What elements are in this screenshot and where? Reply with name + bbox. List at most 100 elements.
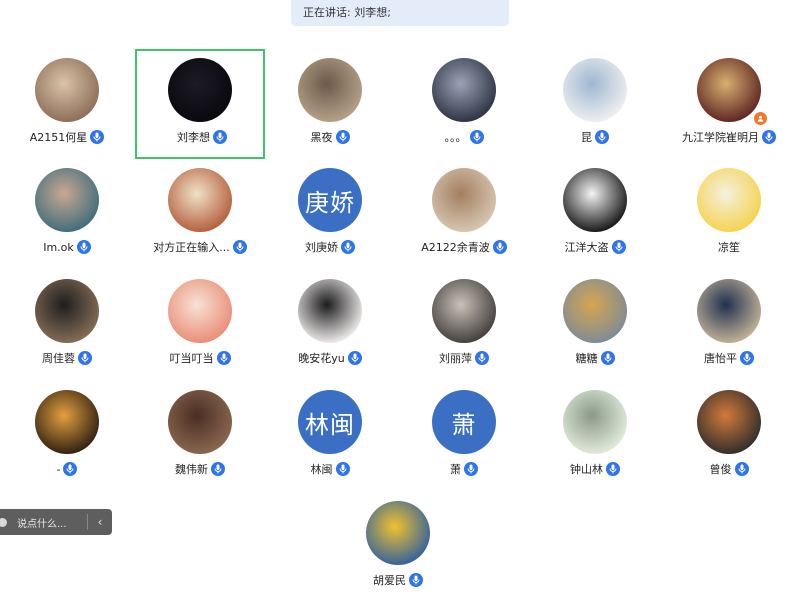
- participant-name: A2122余青波: [421, 241, 490, 254]
- avatar: [563, 168, 627, 232]
- participant-tile[interactable]: -: [2, 381, 132, 491]
- participant-tile[interactable]: 胡爱民: [333, 492, 463, 597]
- participant-tile[interactable]: 钟山林: [530, 381, 660, 491]
- participant-name: 曾俊: [709, 463, 732, 476]
- microphone-icon: [469, 130, 484, 144]
- microphone-icon: [464, 462, 478, 476]
- participant-name: 刘丽萍: [439, 352, 472, 365]
- participant-tile[interactable]: 糖糖: [530, 270, 660, 380]
- participant-name: 对方正在输入...: [153, 241, 230, 254]
- microphone-icon: [740, 351, 754, 365]
- microphone-icon: [213, 130, 227, 144]
- participant-name: 黑夜: [310, 131, 333, 144]
- participant-name: 晚安花yu: [298, 352, 345, 365]
- meeting-stage: 正在讲话: 刘李想; A2151何星 刘李想 黑夜。。。昆九江学院崔明月 Im.ok 对…: [0, 0, 800, 597]
- participant-tile[interactable]: 林闽 林闽: [265, 381, 395, 491]
- microphone-icon: [78, 351, 92, 365]
- participant-tile[interactable]: Im.ok: [2, 159, 132, 269]
- avatar: [35, 168, 99, 232]
- avatar: [168, 58, 232, 122]
- participant-name-line: Im.ok: [2, 239, 132, 255]
- participant-name-line: 曾俊: [664, 461, 794, 477]
- avatar: [168, 390, 232, 454]
- participant-tile[interactable]: 曾俊: [664, 381, 794, 491]
- avatar: [697, 390, 761, 454]
- participant-name: 魏伟新: [175, 463, 208, 476]
- avatar: [697, 279, 761, 343]
- microphone-icon: [335, 130, 350, 144]
- chat-status-dot: [0, 517, 7, 527]
- participant-tile[interactable]: 萧萧: [399, 381, 529, 491]
- participant-tile[interactable]: 周佳蓉: [2, 270, 132, 380]
- avatar: [35, 58, 99, 122]
- participant-name-line: 黑夜: [265, 129, 395, 145]
- participant-name-line: 钟山林: [530, 461, 660, 477]
- participant-name-line: 刘丽萍: [399, 350, 529, 366]
- participant-tile[interactable]: 昆: [530, 49, 660, 159]
- microphone-icon: [341, 240, 355, 254]
- avatar-initials: 萧: [451, 410, 477, 439]
- avatar: [298, 58, 362, 122]
- participant-name: 凉笙: [718, 241, 740, 254]
- participant-name: 刘庚娇: [305, 241, 338, 254]
- participant-name-line: 。。。: [399, 129, 529, 145]
- microphone-icon: [347, 351, 362, 365]
- participant-tile[interactable]: A2151何星: [2, 49, 132, 159]
- chat-input[interactable]: 说点什么...: [17, 515, 87, 530]
- participant-name-line: 周佳蓉: [2, 350, 132, 366]
- participant-name-line: 魏伟新: [135, 461, 265, 477]
- microphone-icon: [232, 240, 247, 254]
- participant-tile[interactable]: 黑夜: [265, 49, 395, 159]
- microphone-icon: [595, 130, 609, 144]
- participant-name-line: 对方正在输入...: [135, 239, 265, 255]
- avatar: [697, 168, 761, 232]
- microphone-icon: [606, 462, 620, 476]
- microphone-icon: [76, 240, 91, 254]
- participant-name-line: A2151何星: [2, 129, 132, 145]
- participant-name-line: 萧: [399, 461, 529, 477]
- avatar: [432, 168, 496, 232]
- participant-name: 周佳蓉: [42, 352, 75, 365]
- avatar: [168, 279, 232, 343]
- participant-tile[interactable]: 叮当叮当: [135, 270, 265, 380]
- participant-tile[interactable]: 刘丽萍: [399, 270, 529, 380]
- participant-tile[interactable]: 。。。: [399, 49, 529, 159]
- participant-name-line: A2122余青波: [399, 239, 529, 255]
- participant-name: 萧: [450, 463, 461, 476]
- participant-name: Im.ok: [43, 240, 74, 254]
- participant-name: 江洋大盗: [564, 241, 609, 254]
- avatar: [563, 390, 627, 454]
- host-badge-icon: [753, 111, 768, 126]
- participant-tile[interactable]: 唐怡平: [664, 270, 794, 380]
- avatar: [35, 279, 99, 343]
- microphone-icon: [492, 240, 507, 254]
- participant-tile[interactable]: 江洋大盗: [530, 159, 660, 269]
- participant-tile[interactable]: 九江学院崔明月: [664, 49, 794, 159]
- microphone-icon: [63, 462, 78, 476]
- participant-tile[interactable]: 刘李想: [135, 49, 265, 159]
- microphone-icon: [90, 130, 105, 144]
- participant-name-line: 刘李想: [137, 129, 267, 145]
- participant-name: A2151何星: [29, 131, 88, 144]
- participant-tile[interactable]: A2122余青波: [399, 159, 529, 269]
- participant-tile[interactable]: 晚安花yu: [265, 270, 395, 380]
- participant-name-line: 晚安花yu: [265, 350, 395, 366]
- microphone-icon: [211, 462, 225, 476]
- avatar: [432, 58, 496, 122]
- microphone-icon: [762, 130, 776, 144]
- chat-bar[interactable]: 说点什么... ‹: [0, 509, 112, 535]
- avatar: [697, 58, 761, 122]
- participant-tile[interactable]: 庚娇 刘庚娇: [265, 159, 395, 269]
- participant-tile[interactable]: 魏伟新: [135, 381, 265, 491]
- participant-name-line: 叮当叮当: [135, 350, 265, 366]
- participant-name: 糖糖: [575, 352, 598, 365]
- microphone-icon: [335, 462, 350, 476]
- collapse-chevron-icon[interactable]: ‹: [88, 515, 112, 529]
- participant-tile[interactable]: 凉笙: [664, 159, 794, 269]
- avatar: [366, 501, 430, 565]
- participant-name-line: 江洋大盗: [530, 239, 660, 255]
- participant-tile[interactable]: 对方正在输入...: [135, 159, 265, 269]
- participant-name-line: 林闽: [265, 461, 395, 477]
- participant-name: 钟山林: [570, 463, 603, 476]
- participant-name: 。。。: [444, 131, 467, 144]
